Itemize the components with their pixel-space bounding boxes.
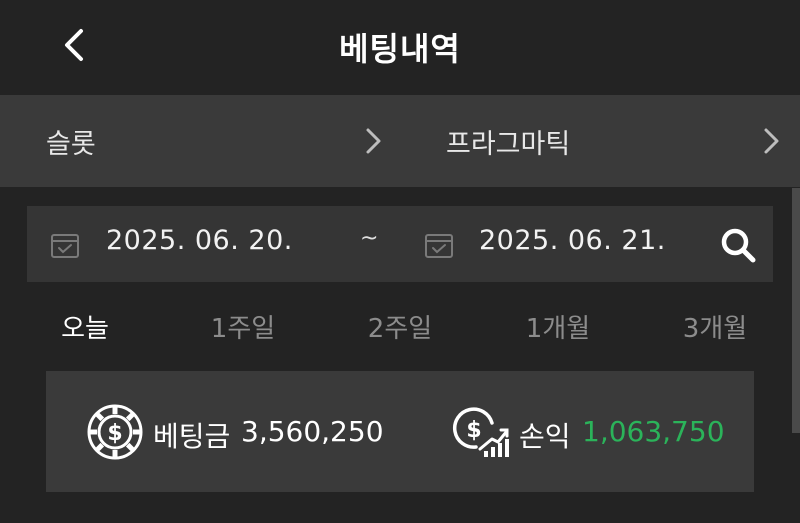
breadcrumb-item-pragmatic[interactable]: 프라그마틱 (400, 95, 800, 187)
period-tab-today[interactable]: 오늘 (61, 308, 109, 345)
page-title: 베팅내역 (339, 30, 461, 68)
chevron-right-icon (366, 128, 381, 154)
profit-value: 1,063,750 (582, 415, 725, 448)
scrollbar[interactable] (792, 188, 800, 433)
period-tab-1week[interactable]: 1주일 (211, 308, 275, 345)
dollar-growth-chart-icon: $ (452, 407, 509, 457)
app-header: 베팅내역 (0, 0, 800, 95)
svg-text:$: $ (466, 418, 481, 443)
bet-amount-value: 3,560,250 (241, 415, 384, 448)
start-date[interactable]: 2025. 06. 20. (106, 225, 293, 256)
profit-label: 손익 (519, 420, 571, 453)
breadcrumb-item-slot[interactable]: 슬롯 (0, 95, 400, 187)
svg-text:$: $ (107, 421, 122, 446)
breadcrumb-label: 슬롯 (46, 128, 96, 160)
period-tab-3months[interactable]: 3개월 (683, 308, 747, 345)
breadcrumb-label: 프라그마틱 (446, 128, 571, 160)
period-tab-1month[interactable]: 1개월 (526, 308, 590, 345)
calendar-check-icon[interactable] (50, 231, 80, 259)
date-range-filter: 2025. 06. 20. ~ 2025. 06. 21. (27, 206, 773, 282)
search-icon (721, 228, 756, 263)
calendar-check-icon[interactable] (424, 231, 454, 259)
bet-amount-label: 베팅금 (153, 420, 231, 453)
date-separator: ~ (360, 226, 379, 251)
breadcrumb: 슬롯 프라그마틱 (0, 95, 800, 187)
period-tabs: 오늘 1주일 2주일 1개월 3개월 (0, 300, 800, 350)
end-date[interactable]: 2025. 06. 21. (479, 225, 666, 256)
period-tab-2weeks[interactable]: 2주일 (368, 308, 432, 345)
search-button[interactable] (719, 226, 759, 266)
bet-summary-panel: $ 베팅금 3,560,250 $ 손익 1,063,750 (46, 371, 754, 492)
chevron-right-icon (764, 128, 779, 154)
casino-chip-dollar-icon: $ (87, 404, 143, 460)
